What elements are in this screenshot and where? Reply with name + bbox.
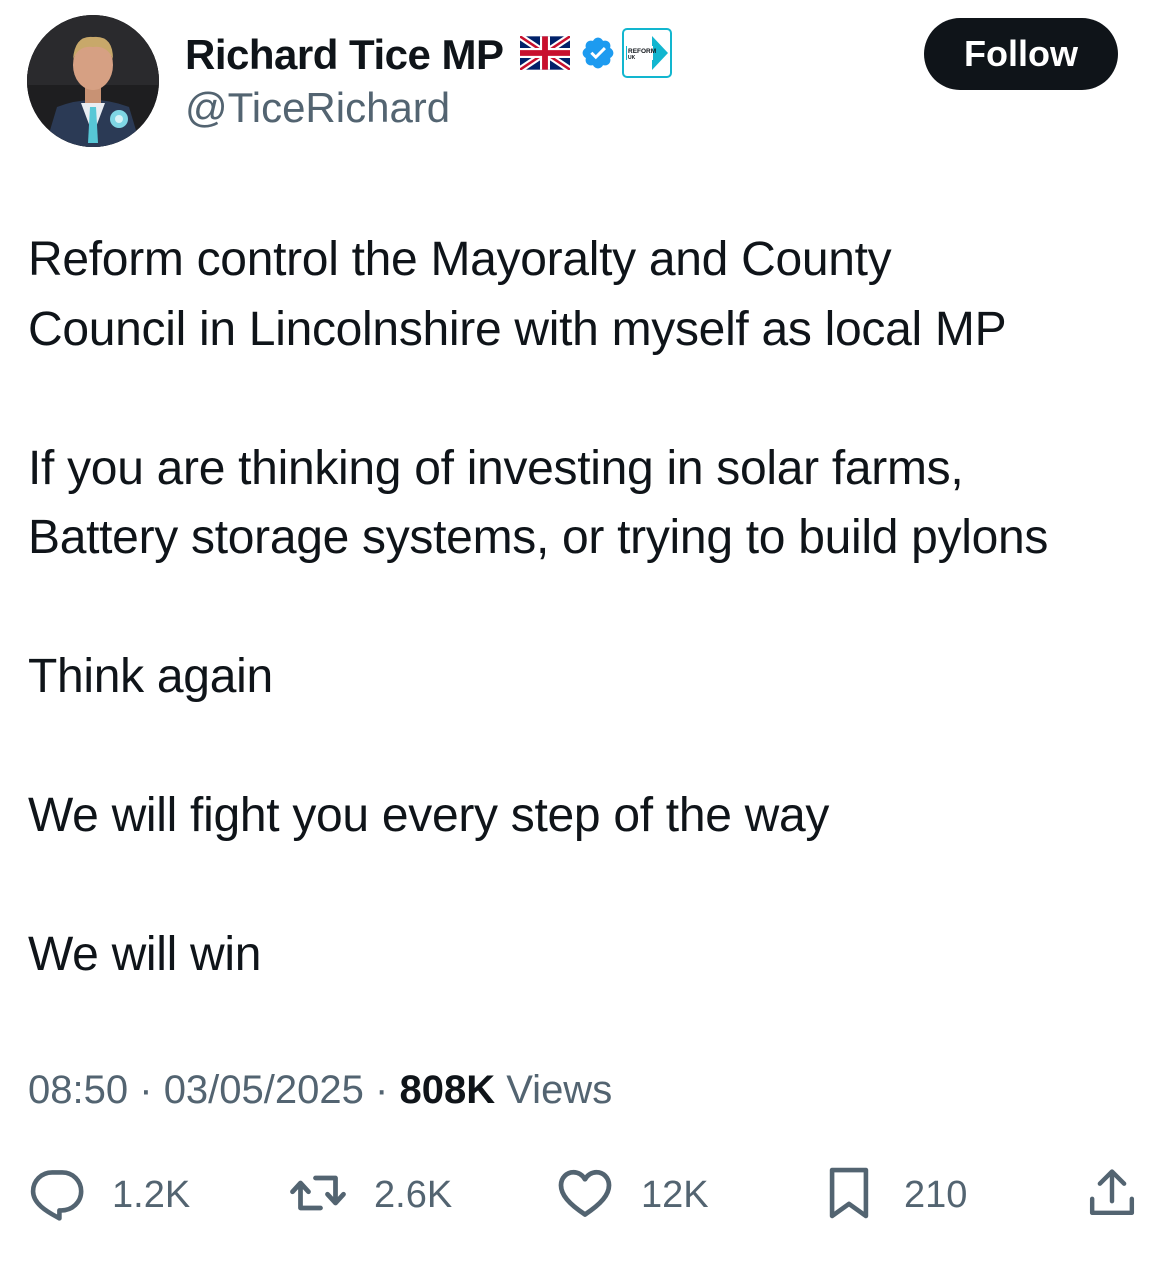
like-button[interactable]: 12K <box>555 1160 709 1230</box>
tweet-line: Reform control the Mayoralty and County <box>28 233 892 286</box>
reply-button[interactable]: 1.2K <box>28 1160 190 1230</box>
action-bar: 1.2K 2.6K 12K 210 <box>0 1160 1170 1230</box>
views-count: 808K <box>399 1068 496 1112</box>
reform-uk-badge-icon[interactable]: REFORM UK <box>621 27 672 83</box>
tweet-line: We will fight you every step of the way <box>28 789 830 842</box>
tweet-time[interactable]: 08:50 <box>28 1068 128 1112</box>
uk-flag-icon <box>517 33 572 75</box>
bookmark-count: 210 <box>904 1173 968 1216</box>
like-icon <box>555 1163 615 1228</box>
repost-count: 2.6K <box>374 1173 453 1216</box>
tweet-line: Council in Lincolnshire with myself as l… <box>28 302 1007 356</box>
repost-button[interactable]: 2.6K <box>288 1160 452 1230</box>
bookmark-icon <box>820 1162 878 1229</box>
share-icon <box>1084 1163 1140 1228</box>
like-count: 12K <box>641 1173 709 1216</box>
reform-badge-text: REFORM <box>628 48 656 55</box>
reform-badge-subtext: UK <box>628 55 636 61</box>
share-button[interactable] <box>1084 1160 1140 1230</box>
author-avatar[interactable] <box>27 15 159 147</box>
tweet-date[interactable]: 03/05/2025 <box>164 1068 364 1112</box>
meta-separator: · <box>375 1068 389 1112</box>
author-handle[interactable]: @TiceRichard <box>185 84 450 132</box>
tweet-meta: 08:50 · 03/05/2025 · 808K Views <box>28 1068 612 1113</box>
follow-button[interactable]: Follow <box>924 18 1118 90</box>
verified-badge-icon[interactable] <box>580 35 616 76</box>
tweet-line: Battery storage systems, or trying to bu… <box>28 511 1049 564</box>
tweet-text: Reform control the Mayoralty and County … <box>28 225 1148 990</box>
views-label: Views <box>506 1068 613 1112</box>
tweet-line: Think again <box>28 650 273 703</box>
reply-icon <box>28 1164 86 1227</box>
reply-count: 1.2K <box>112 1173 191 1216</box>
bookmark-button[interactable]: 210 <box>820 1160 967 1230</box>
tweet-line: We will win <box>28 928 262 981</box>
avatar-photo <box>27 15 159 147</box>
author-display-name[interactable]: Richard Tice MP <box>185 31 504 79</box>
meta-separator: · <box>139 1068 153 1112</box>
author-name-row: Richard Tice MP REFORM UK <box>185 27 672 83</box>
repost-icon <box>288 1163 348 1228</box>
tweet-line: If you are thinking of investing in sola… <box>28 441 964 495</box>
